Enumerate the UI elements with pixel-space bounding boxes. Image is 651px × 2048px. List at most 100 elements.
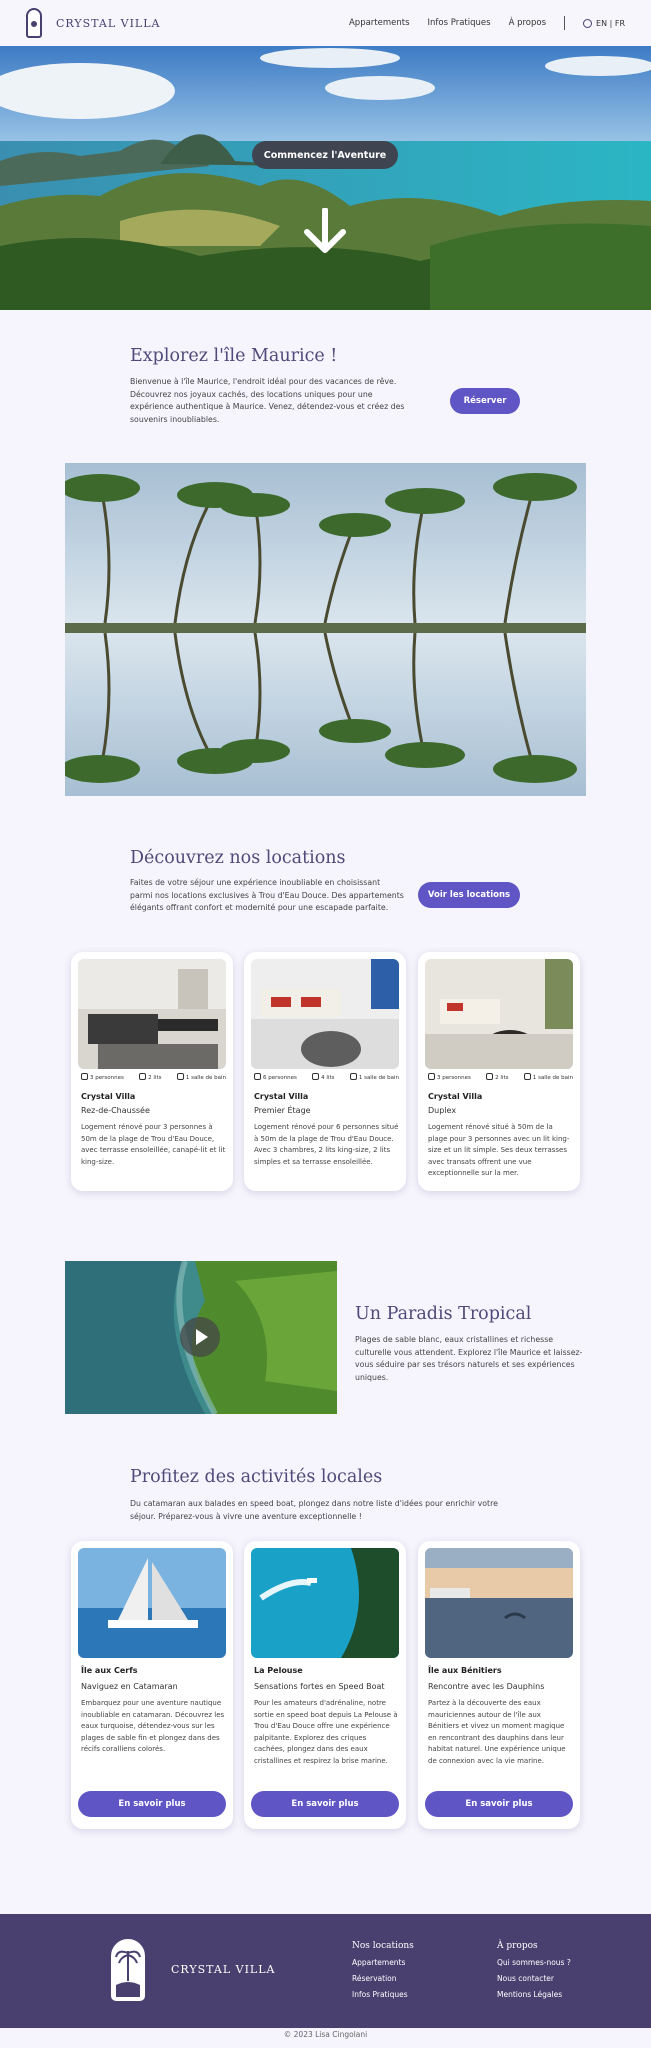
nav-link-appartements[interactable]: Appartements (349, 18, 410, 28)
reserve-button[interactable]: Réserver (450, 388, 520, 414)
amenities-row: 3 personnes 2 lits 1 salle de bain (428, 1073, 573, 1081)
guests-label: 6 personnes (263, 1075, 297, 1081)
explore-text: Bienvenue à l'île Maurice, l'endroit idé… (130, 377, 405, 424)
paradise-text: Plages de sable blanc, eaux cristallines… (355, 1335, 583, 1382)
activity-description: Partez à la découverte des eaux mauricie… (428, 1699, 566, 1765)
learn-more-button[interactable]: En savoir plus (251, 1791, 399, 1817)
bath-label: 1 salle de bain (532, 1075, 573, 1081)
apartment-photo (425, 959, 573, 1069)
catamaran-photo (78, 1548, 226, 1658)
hero-cta-button[interactable]: Commencez l'Aventure (252, 141, 398, 169)
guests-info: 3 personnes (81, 1073, 124, 1081)
footer-link[interactable]: Mentions Légales (497, 1990, 571, 1999)
activities-text: Du catamaran aux balades en speed boat, … (130, 1499, 498, 1521)
brand-name[interactable]: CRYSTAL VILLA (56, 17, 160, 30)
card-title: Crystal Villa (428, 1092, 483, 1101)
speedboat-photo (251, 1548, 399, 1658)
footer-logo-icon[interactable] (111, 1939, 145, 2001)
bed-icon (139, 1073, 147, 1080)
paradise-title: Un Paradis Tropical (355, 1304, 532, 1324)
footer-column-about: À propos Qui sommes-nous ? Nous contacte… (497, 1941, 571, 2006)
beds-info: 2 lits (486, 1073, 509, 1081)
beds-label: 2 lits (148, 1075, 162, 1081)
amenities-row: 6 personnes 4 lits 1 salle de bain (254, 1073, 399, 1081)
learn-more-button[interactable]: En savoir plus (425, 1791, 573, 1817)
bed-icon (486, 1073, 494, 1080)
location-card[interactable]: 6 personnes 4 lits 1 salle de bain Cryst… (244, 952, 406, 1191)
activity-title: Île aux Bénitiers (428, 1666, 502, 1675)
nav-link-infos-pratiques[interactable]: Infos Pratiques (428, 18, 491, 28)
footer-link[interactable]: Réservation (352, 1974, 414, 1983)
footer-link[interactable]: Appartements (352, 1958, 414, 1967)
locations-title: Découvrez nos locations (130, 848, 346, 868)
activity-card: Île aux Bénitiers Rencontre avec les Dau… (418, 1541, 580, 1829)
location-card[interactable]: 3 personnes 2 lits 1 salle de bain Cryst… (71, 952, 233, 1191)
scroll-down-arrow-icon[interactable] (302, 208, 348, 254)
apartment-photo (251, 959, 399, 1069)
bath-icon (523, 1073, 531, 1080)
globe-icon (583, 18, 593, 28)
hero-banner: Commencez l'Aventure (0, 46, 651, 310)
paradise-video[interactable] (65, 1261, 337, 1414)
view-locations-button[interactable]: Voir les locations (418, 882, 520, 908)
activity-title: Île aux Cerfs (81, 1666, 138, 1675)
learn-more-button[interactable]: En savoir plus (78, 1791, 226, 1817)
activity-title: La Pelouse (254, 1666, 303, 1675)
bath-label: 1 salle de bain (185, 1075, 226, 1081)
apartment-photo (78, 959, 226, 1069)
activity-description: Embarquez pour une aventure nautique ino… (81, 1699, 225, 1753)
footer-heading: Nos locations (352, 1941, 414, 1951)
activity-subtitle: Naviguez en Catamaran (81, 1682, 178, 1691)
card-title: Crystal Villa (81, 1092, 136, 1101)
footer-link[interactable]: Nous contacter (497, 1974, 571, 1983)
card-subtitle: Duplex (428, 1106, 457, 1115)
language-label: EN | FR (596, 18, 625, 28)
guests-info: 6 personnes (254, 1073, 297, 1081)
location-card[interactable]: 3 personnes 2 lits 1 salle de bain Cryst… (418, 952, 580, 1191)
bath-icon (176, 1073, 184, 1080)
guests-label: 3 personnes (90, 1075, 124, 1081)
palm-reflection-image (65, 463, 586, 796)
logo-icon[interactable] (26, 8, 42, 38)
explore-title: Explorez l'île Maurice ! (130, 346, 338, 366)
activity-description: Pour les amateurs d'adrénaline, notre so… (254, 1699, 398, 1765)
card-subtitle: Premier Étage (254, 1106, 311, 1115)
nav-link-a-propos[interactable]: À propos (509, 18, 546, 28)
beds-info: 4 lits (312, 1073, 335, 1081)
footer-brand[interactable]: CRYSTAL VILLA (171, 1963, 275, 1976)
activity-subtitle: Rencontre avec les Dauphins (428, 1682, 545, 1691)
beds-info: 2 lits (139, 1073, 162, 1081)
card-description: Logement rénové pour 6 personnes situé à… (254, 1123, 399, 1166)
person-icon (81, 1073, 88, 1080)
guests-info: 3 personnes (428, 1073, 471, 1081)
hero-landscape-image (0, 46, 651, 310)
amenities-row: 3 personnes 2 lits 1 salle de bain (81, 1073, 226, 1081)
bath-icon (349, 1073, 357, 1080)
card-description: Logement rénové pour 3 personnes à 50m d… (81, 1123, 226, 1166)
bath-info: 1 salle de bain (349, 1073, 399, 1081)
activity-subtitle: Sensations fortes en Speed Boat (254, 1682, 385, 1691)
locations-text: Faites de votre séjour une expérience in… (130, 878, 404, 912)
activity-card: La Pelouse Sensations fortes en Speed Bo… (244, 1541, 406, 1829)
bath-label: 1 salle de bain (358, 1075, 399, 1081)
person-icon (428, 1073, 435, 1080)
beds-label: 4 lits (321, 1075, 335, 1081)
footer: CRYSTAL VILLA Nos locations Appartements… (0, 1914, 651, 2028)
footer-column-locations: Nos locations Appartements Réservation I… (352, 1941, 414, 2006)
bed-icon (312, 1073, 320, 1080)
beds-label: 2 lits (495, 1075, 509, 1081)
dolphin-boat-photo (425, 1548, 573, 1658)
bath-info: 1 salle de bain (523, 1073, 573, 1081)
activities-title: Profitez des activités locales (130, 1467, 383, 1487)
card-subtitle: Rez-de-Chaussée (81, 1106, 150, 1115)
footer-link[interactable]: Qui sommes-nous ? (497, 1958, 571, 1967)
play-icon[interactable] (180, 1317, 220, 1357)
card-description: Logement rénové situé à 50m de la plage … (428, 1123, 570, 1177)
top-nav: CRYSTAL VILLA Appartements Infos Pratiqu… (0, 0, 651, 46)
copyright: © 2023 Lisa Cingolani (283, 2030, 368, 2039)
person-icon (254, 1073, 261, 1080)
language-switcher[interactable]: EN | FR (583, 18, 625, 28)
card-title: Crystal Villa (254, 1092, 309, 1101)
footer-link[interactable]: Infos Pratiques (352, 1990, 414, 1999)
guests-label: 3 personnes (437, 1075, 471, 1081)
